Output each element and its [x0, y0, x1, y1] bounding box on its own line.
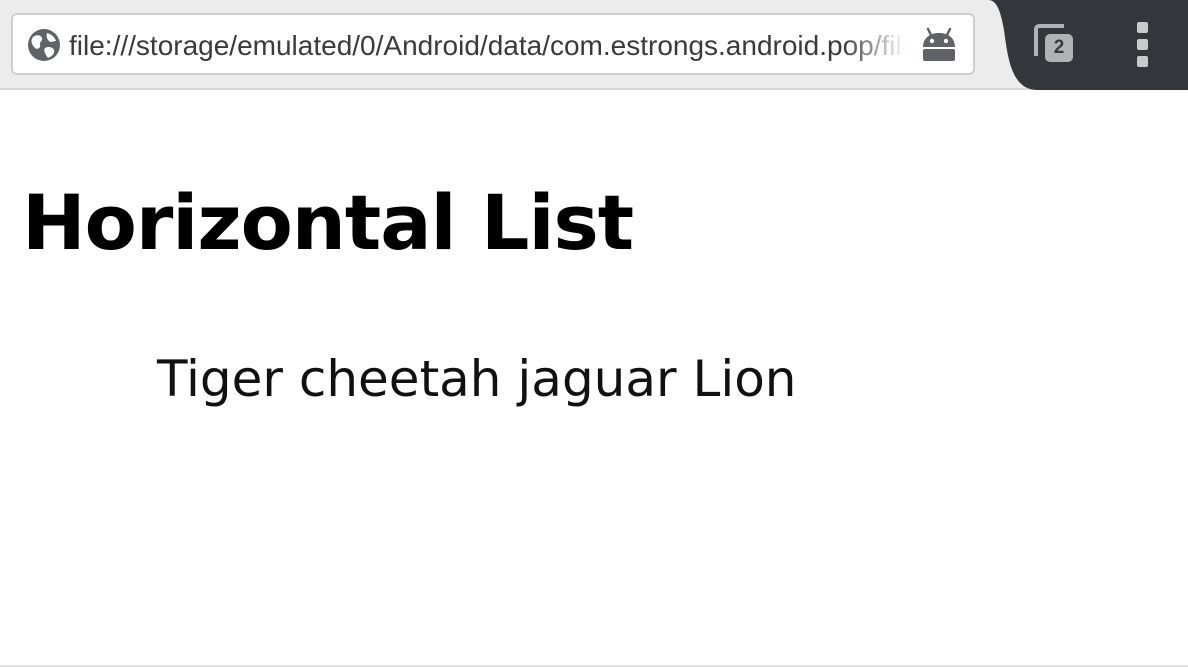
web-page-content: Horizontal List Tiger cheetah jaguar Lio…	[0, 92, 1188, 665]
globe-icon[interactable]	[27, 28, 61, 62]
url-text[interactable]: file:///storage/emulated/0/Android/data/…	[69, 26, 917, 66]
page-title: Horizontal List	[22, 178, 634, 267]
list-item: Tiger	[157, 350, 283, 408]
overflow-menu-button[interactable]	[1128, 22, 1158, 68]
android-icon[interactable]	[919, 27, 959, 63]
overflow-menu-icon	[1137, 56, 1148, 67]
overflow-menu-icon	[1137, 22, 1148, 33]
horizontal-list: Tiger cheetah jaguar Lion	[157, 344, 797, 414]
tab-switcher-button[interactable]: 2	[1030, 20, 1078, 68]
browser-toolbar: file:///storage/emulated/0/Android/data/…	[0, 0, 1188, 90]
overflow-menu-icon	[1137, 39, 1148, 50]
address-bar[interactable]: file:///storage/emulated/0/Android/data/…	[11, 13, 975, 75]
list-item: cheetah	[298, 350, 502, 408]
url-fade	[843, 19, 917, 71]
tab-count-badge: 2	[1045, 34, 1073, 62]
list-item: Lion	[692, 350, 797, 408]
list-item: jaguar	[517, 350, 677, 408]
